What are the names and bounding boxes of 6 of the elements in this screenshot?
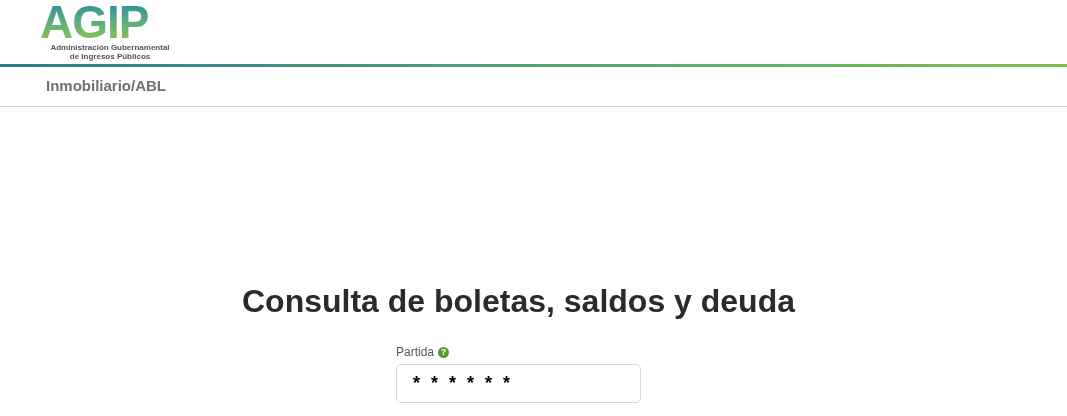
logo-subtitle: Administración Gubernamental (50, 43, 170, 52)
partida-input[interactable]: * * * * * * (396, 364, 641, 403)
field-label: Partida (396, 344, 435, 361)
page-title: Consulta de boletas, saldos y deuda (242, 282, 795, 321)
logo-subtitle: de Ingresos Públicos (69, 52, 151, 61)
breadcrumb: Inmobiliario/ABL (46, 76, 166, 97)
